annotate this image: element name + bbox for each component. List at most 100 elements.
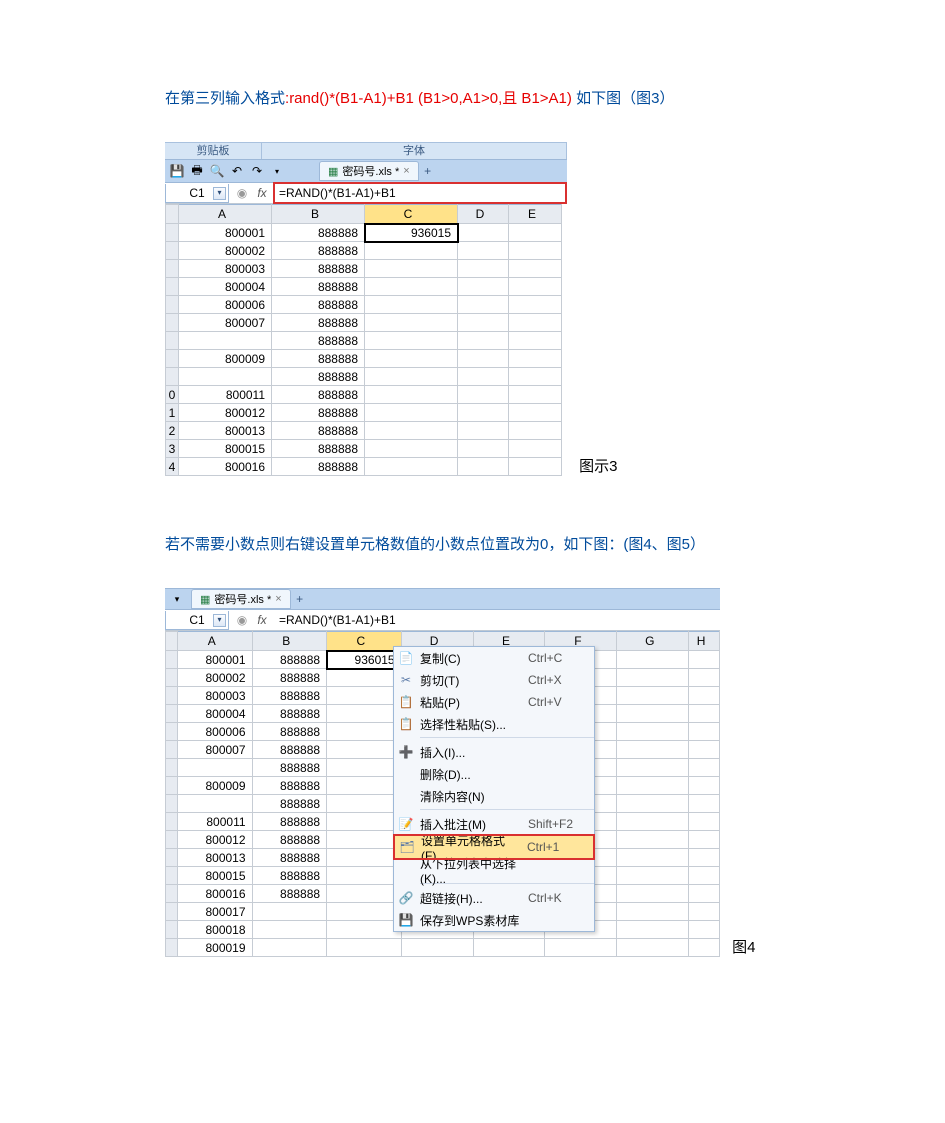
cell[interactable] xyxy=(327,669,402,687)
row-header[interactable]: 1 xyxy=(166,404,179,422)
cell[interactable] xyxy=(509,404,562,422)
cell[interactable]: 888888 xyxy=(252,651,327,669)
cell[interactable]: 936015 xyxy=(327,651,402,669)
row-header[interactable] xyxy=(166,368,179,386)
cell[interactable] xyxy=(617,813,689,831)
row-header[interactable] xyxy=(166,350,179,368)
close-tab-icon[interactable]: × xyxy=(275,593,281,605)
cell[interactable] xyxy=(689,741,720,759)
cell[interactable] xyxy=(327,939,402,957)
cell[interactable]: 888888 xyxy=(252,885,327,903)
context-menu-item[interactable]: ✂剪切(T)Ctrl+X xyxy=(394,669,594,691)
cell[interactable]: 888888 xyxy=(272,296,365,314)
row-header[interactable] xyxy=(166,885,178,903)
col-header-C[interactable]: C xyxy=(327,632,402,651)
cell[interactable] xyxy=(617,723,689,741)
cell[interactable]: 888888 xyxy=(272,260,365,278)
cell[interactable] xyxy=(689,939,720,957)
cell[interactable] xyxy=(509,260,562,278)
col-header-B[interactable]: B xyxy=(252,632,327,651)
cell[interactable]: 888888 xyxy=(252,669,327,687)
cell[interactable] xyxy=(327,795,402,813)
cell[interactable] xyxy=(509,350,562,368)
cell[interactable]: 800011 xyxy=(178,813,253,831)
save-icon[interactable]: ▾ xyxy=(169,591,185,607)
cell[interactable] xyxy=(365,260,458,278)
cell[interactable] xyxy=(327,903,402,921)
save-icon[interactable]: 💾 xyxy=(169,163,185,179)
cell[interactable]: 800013 xyxy=(178,849,253,867)
cell[interactable] xyxy=(365,314,458,332)
cell[interactable] xyxy=(327,723,402,741)
cell[interactable]: 800016 xyxy=(179,458,272,476)
row-header[interactable]: 3 xyxy=(166,440,179,458)
cell[interactable] xyxy=(365,350,458,368)
cell[interactable] xyxy=(458,386,509,404)
cell[interactable] xyxy=(458,368,509,386)
cell[interactable] xyxy=(458,422,509,440)
context-menu-item[interactable]: 删除(D)... xyxy=(394,763,594,785)
cell[interactable] xyxy=(365,242,458,260)
document-tab[interactable]: ▦ 密码号.xls * × xyxy=(319,161,419,181)
row-header[interactable] xyxy=(166,939,178,957)
cell[interactable] xyxy=(252,903,327,921)
formula-input[interactable]: =RAND()*(B1-A1)+B1 xyxy=(273,182,567,204)
cell[interactable]: 800012 xyxy=(179,404,272,422)
cell[interactable] xyxy=(327,867,402,885)
redo-icon[interactable]: ↷ xyxy=(249,163,265,179)
cell[interactable] xyxy=(458,278,509,296)
cell[interactable] xyxy=(689,687,720,705)
cell[interactable] xyxy=(458,404,509,422)
cell[interactable]: 800012 xyxy=(178,831,253,849)
cell[interactable]: 888888 xyxy=(252,813,327,831)
cell[interactable]: 800016 xyxy=(178,885,253,903)
cell[interactable] xyxy=(689,759,720,777)
cell[interactable]: 800011 xyxy=(179,386,272,404)
context-menu-item[interactable]: 📋选择性粘贴(S)... xyxy=(394,713,594,735)
cell[interactable] xyxy=(252,921,327,939)
cell[interactable] xyxy=(509,368,562,386)
cell[interactable]: 888888 xyxy=(272,332,365,350)
row-header[interactable] xyxy=(166,723,178,741)
col-header-E[interactable]: E xyxy=(509,205,562,224)
cell[interactable] xyxy=(458,440,509,458)
cell[interactable] xyxy=(617,921,689,939)
print-icon[interactable]: 🖶 xyxy=(189,163,205,179)
cell[interactable]: 800006 xyxy=(179,296,272,314)
row-header[interactable]: 4 xyxy=(166,458,179,476)
cell[interactable] xyxy=(327,849,402,867)
cell[interactable] xyxy=(365,278,458,296)
document-tab-2[interactable]: ▦ 密码号.xls * × xyxy=(191,589,291,609)
cell[interactable] xyxy=(509,296,562,314)
name-box-dropdown-icon[interactable]: ▾ xyxy=(213,614,226,627)
row-header[interactable] xyxy=(166,314,179,332)
cell[interactable] xyxy=(617,651,689,669)
cell[interactable] xyxy=(458,314,509,332)
cell[interactable]: 888888 xyxy=(272,440,365,458)
cell[interactable]: 800013 xyxy=(179,422,272,440)
cell[interactable]: 888888 xyxy=(252,759,327,777)
context-menu-item[interactable]: 从下拉列表中选择(K)... xyxy=(394,859,594,881)
cell[interactable] xyxy=(509,224,562,242)
row-header[interactable] xyxy=(166,669,178,687)
cell[interactable] xyxy=(617,687,689,705)
print-preview-icon[interactable]: 🔍 xyxy=(209,163,225,179)
cancel-formula-icon[interactable]: ◉ xyxy=(235,613,249,627)
cell[interactable] xyxy=(689,831,720,849)
row-header[interactable] xyxy=(166,651,178,669)
new-tab-button[interactable]: + xyxy=(419,164,437,178)
cell[interactable]: 800006 xyxy=(178,723,253,741)
cell[interactable]: 888888 xyxy=(252,831,327,849)
cell[interactable] xyxy=(617,795,689,813)
row-header[interactable] xyxy=(166,242,179,260)
cell[interactable]: 936015 xyxy=(365,224,458,242)
cell[interactable] xyxy=(365,332,458,350)
col-header-A[interactable]: A xyxy=(178,632,253,651)
cell[interactable]: 888888 xyxy=(272,278,365,296)
spreadsheet-grid-3[interactable]: ABCDE80000188888893601580000288888880000… xyxy=(165,204,562,476)
cell[interactable] xyxy=(689,813,720,831)
col-header-D[interactable]: D xyxy=(458,205,509,224)
cell[interactable] xyxy=(327,831,402,849)
cell[interactable]: 800001 xyxy=(179,224,272,242)
cell[interactable]: 800007 xyxy=(178,741,253,759)
